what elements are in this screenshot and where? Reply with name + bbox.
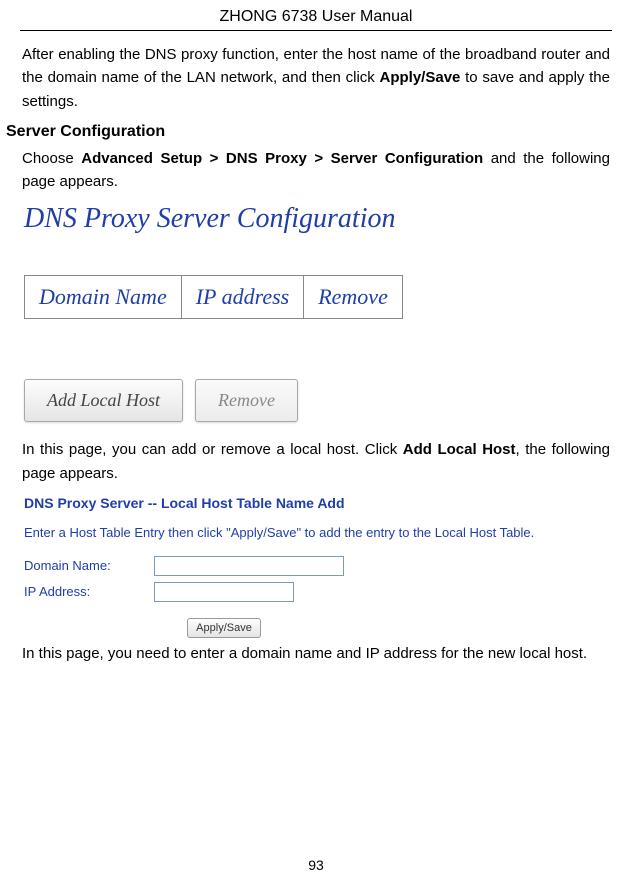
- fig1-th-ip-address: IP address: [182, 276, 305, 318]
- para2-text-a: Choose: [22, 150, 81, 167]
- paragraph-1: After enabling the DNS proxy function, e…: [20, 43, 612, 113]
- apply-save-button[interactable]: Apply/Save: [187, 618, 261, 638]
- figure-local-host-add: DNS Proxy Server -- Local Host Table Nam…: [24, 495, 612, 638]
- paragraph-3: In this page, you can add or remove a lo…: [20, 438, 612, 485]
- figure-dns-proxy-server-config: DNS Proxy Server Configuration Domain Na…: [20, 203, 612, 422]
- para3-bold: Add Local Host: [403, 441, 516, 458]
- domain-name-label: Domain Name:: [24, 558, 154, 573]
- page-number: 93: [0, 857, 632, 873]
- fig1-table: Domain Name IP address Remove: [24, 275, 403, 319]
- paragraph-4: In this page, you need to enter a domain…: [20, 642, 612, 665]
- para2-bold: Advanced Setup > DNS Proxy > Server Conf…: [81, 150, 483, 167]
- ip-address-input[interactable]: [154, 582, 294, 602]
- fig1-th-domain-name: Domain Name: [25, 276, 182, 318]
- fig2-title: DNS Proxy Server -- Local Host Table Nam…: [24, 495, 612, 511]
- fig1-title: DNS Proxy Server Configuration: [24, 203, 612, 235]
- para3-text-a: In this page, you can add or remove a lo…: [22, 441, 403, 458]
- fig2-row-ip: IP Address:: [24, 582, 612, 602]
- fig2-hint: Enter a Host Table Entry then click "App…: [24, 525, 612, 540]
- doc-title: ZHONG 6738 User Manual: [20, 8, 612, 31]
- para1-bold: Apply/Save: [380, 69, 461, 86]
- fig2-row-domain: Domain Name:: [24, 556, 612, 576]
- paragraph-2: Choose Advanced Setup > DNS Proxy > Serv…: [20, 147, 612, 194]
- add-local-host-button[interactable]: Add Local Host: [24, 379, 183, 422]
- fig1-button-row: Add Local Host Remove: [24, 379, 612, 422]
- heading-server-configuration: Server Configuration: [6, 123, 612, 141]
- domain-name-input[interactable]: [154, 556, 344, 576]
- fig1-th-remove: Remove: [304, 276, 402, 318]
- fig1-header-row: Domain Name IP address Remove: [25, 276, 402, 318]
- remove-button[interactable]: Remove: [195, 379, 298, 422]
- ip-address-label: IP Address:: [24, 584, 154, 599]
- fig2-button-row: Apply/Save: [184, 618, 264, 638]
